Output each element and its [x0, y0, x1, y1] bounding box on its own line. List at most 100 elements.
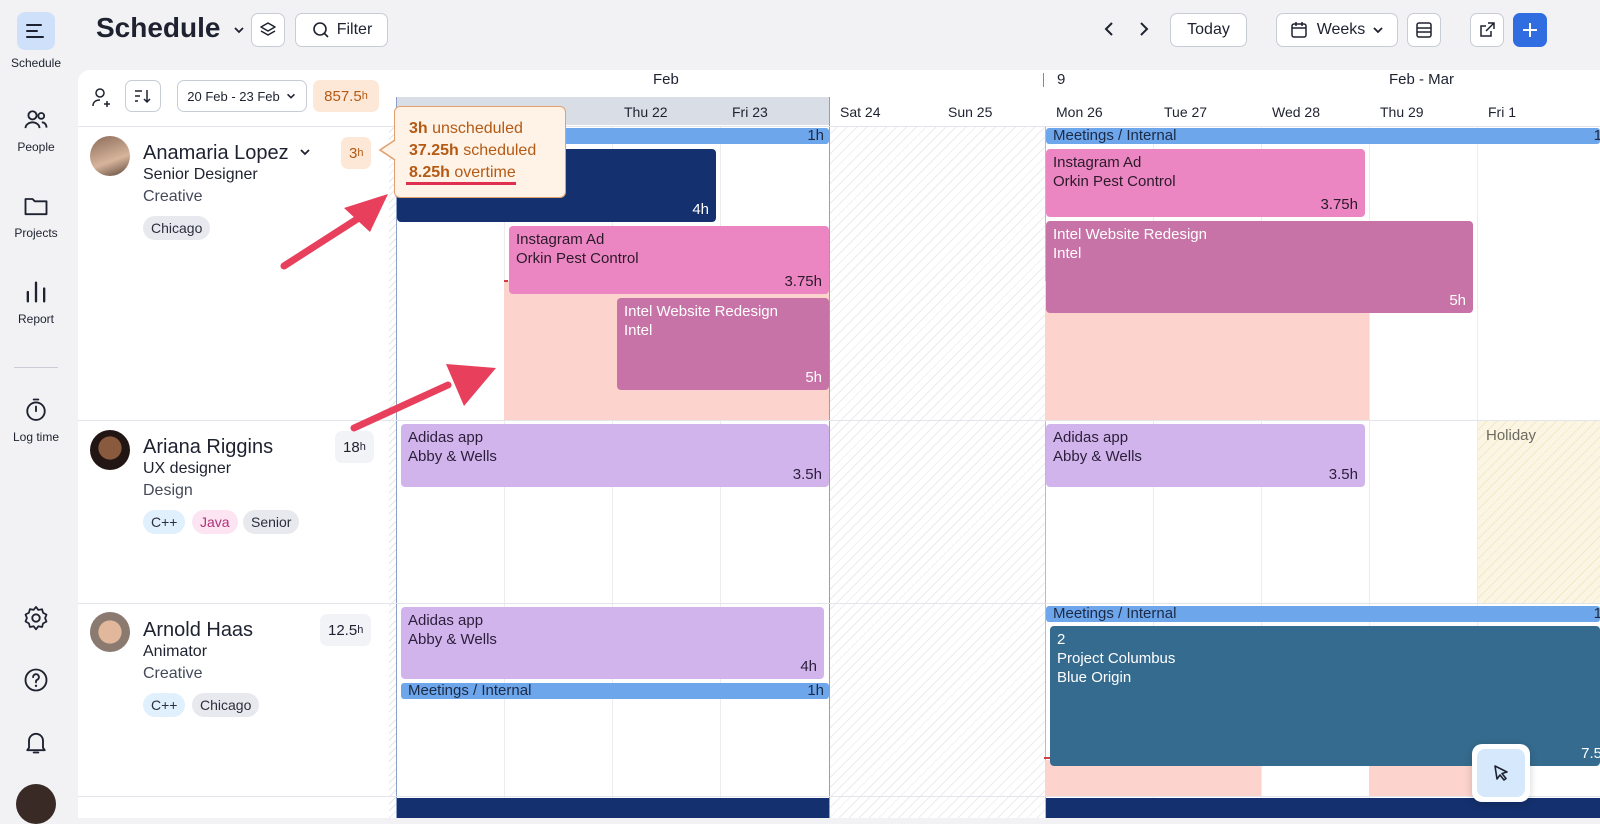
today-button[interactable]: Today	[1170, 13, 1247, 47]
density-button[interactable]	[1407, 13, 1441, 47]
total-hours-value: 857.5	[324, 87, 362, 105]
holiday-label: Holiday	[1486, 427, 1537, 444]
person-department: Creative	[143, 665, 203, 682]
block-client: Orkin Pest Control	[1053, 173, 1176, 190]
filter-label: Filter	[336, 21, 373, 38]
adidas-app-block[interactable]: Adidas app Abby & Wells 4h	[401, 607, 824, 679]
day-header: Fri 1	[1488, 104, 1516, 120]
layers-button[interactable]	[251, 13, 285, 47]
tooltip-scheduled: 37.25h scheduled	[409, 140, 551, 162]
intel-website-block[interactable]: Intel Website Redesign Intel 5h	[1046, 221, 1473, 313]
left-rail: Schedule People Projects Report Log time	[0, 0, 72, 824]
bar-chart-icon	[26, 281, 46, 303]
block-client: Blue Origin	[1057, 669, 1132, 686]
tooltip-pointer	[378, 139, 396, 161]
prev-button[interactable]	[1101, 20, 1117, 43]
row-divider	[78, 796, 1600, 797]
person-name-row[interactable]: Anamaria Lopez	[143, 142, 312, 165]
instagram-ad-block[interactable]: Instagram Ad Orkin Pest Control 3.75h	[1046, 149, 1365, 217]
nav-report[interactable]: Report	[0, 278, 72, 326]
plus-icon	[1523, 23, 1537, 37]
person-role: UX designer	[143, 460, 232, 477]
tooltip-unscheduled: 3h unscheduled	[409, 118, 551, 140]
day-header: Fri 23	[732, 104, 768, 120]
block-hours: 7.5	[1581, 745, 1600, 762]
block-client: Intel	[624, 322, 653, 339]
tag-chicago: Chicago	[143, 216, 211, 240]
meetings-block[interactable]: Meetings / Internal 1	[1046, 606, 1600, 622]
people-icon	[24, 110, 48, 129]
date-range-select[interactable]: 20 Feb - 23 Feb	[177, 80, 307, 112]
nav-projects-label: Projects	[14, 226, 58, 240]
person-department: Design	[143, 482, 193, 499]
nav-notifications[interactable]	[0, 728, 72, 762]
bell-icon	[26, 732, 46, 754]
block-hours: 3.5h	[792, 466, 822, 483]
add-person-button[interactable]	[90, 86, 116, 115]
stopwatch-icon	[26, 398, 46, 421]
person-name: Anamaria Lopez	[143, 142, 289, 164]
tag-chicago: Chicago	[192, 693, 260, 717]
nav-settings[interactable]	[0, 604, 72, 638]
person-department: Creative	[143, 188, 203, 205]
block-client: Orkin Pest Control	[516, 250, 639, 267]
add-button[interactable]	[1513, 13, 1547, 47]
block-project: Intel Website Redesign	[624, 303, 778, 320]
pointer-mode-inner	[1477, 749, 1525, 797]
block-project: Adidas app	[408, 612, 484, 629]
person-hours-unit: h	[359, 441, 366, 453]
date-range-label: 20 Feb - 23 Feb	[187, 88, 280, 104]
calendar-icon	[1290, 22, 1307, 38]
tooltip-unscheduled-text: unscheduled	[432, 120, 523, 137]
person-role: Senior Designer	[143, 166, 258, 183]
block-hours: 5h	[805, 369, 822, 386]
holiday-cell: Holiday	[1478, 421, 1600, 603]
nav-projects[interactable]: Projects	[0, 192, 72, 240]
rail-divider	[14, 367, 58, 368]
user-avatar[interactable]	[16, 784, 56, 824]
filter-icon	[312, 22, 329, 38]
person-name[interactable]: Ariana Riggins	[143, 436, 273, 459]
block-count: 2	[1057, 631, 1066, 648]
block-project: Instagram Ad	[1053, 154, 1142, 171]
block-title: Meetings / Internal	[1053, 606, 1177, 622]
page-title[interactable]: Schedule	[96, 12, 246, 44]
nav-people[interactable]: People	[0, 106, 72, 154]
cursor-icon	[1494, 765, 1508, 781]
tag-cpp: C++	[143, 510, 186, 534]
person-hours-unit: h	[357, 624, 364, 636]
block-hours: 1	[1593, 128, 1600, 144]
nav-schedule-label: Schedule	[10, 56, 62, 70]
day-header: Thu 29	[1380, 104, 1424, 120]
filter-button[interactable]: Filter	[295, 13, 388, 47]
view-select[interactable]: Weeks	[1276, 13, 1398, 47]
next-button[interactable]	[1136, 20, 1152, 43]
person-hours-value: 12.5	[328, 621, 358, 639]
sort-button[interactable]	[125, 80, 161, 112]
total-hours-unit: h	[361, 90, 368, 102]
adidas-app-block[interactable]: Adidas app Abby & Wells 3.5h	[1046, 424, 1365, 487]
navy-task-block[interactable]	[397, 798, 829, 818]
person-name[interactable]: Arnold Haas	[143, 619, 253, 642]
day-header: Sun 25	[948, 104, 993, 120]
nav-schedule[interactable]: Schedule	[0, 12, 72, 70]
chevron-left-icon	[1104, 22, 1113, 36]
intel-website-block[interactable]: Intel Website Redesign Intel 5h	[617, 298, 829, 390]
chevron-right-icon	[1140, 22, 1149, 36]
nav-log-time[interactable]: Log time	[0, 396, 72, 444]
tooltip-overtime-value: 8.25h	[409, 164, 450, 181]
nav-help[interactable]	[0, 666, 72, 700]
tooltip-scheduled-text: scheduled	[463, 142, 537, 159]
weekend-column	[829, 126, 1045, 818]
person-hours-unit: h	[357, 147, 364, 159]
pointer-mode-button[interactable]	[1472, 744, 1530, 802]
instagram-ad-block[interactable]: Instagram Ad Orkin Pest Control 3.75h	[509, 226, 829, 294]
person-hours-badge: 12.5 h	[320, 614, 372, 646]
block-hours: 4h	[800, 658, 817, 675]
schedule-icon	[17, 12, 55, 50]
block-client: Intel	[1053, 245, 1082, 262]
meetings-block[interactable]: Meetings / Internal 1h	[401, 683, 829, 699]
share-button[interactable]	[1470, 13, 1504, 47]
meetings-block[interactable]: Meetings / Internal 1	[1046, 128, 1600, 144]
block-hours: 4h	[692, 201, 709, 218]
